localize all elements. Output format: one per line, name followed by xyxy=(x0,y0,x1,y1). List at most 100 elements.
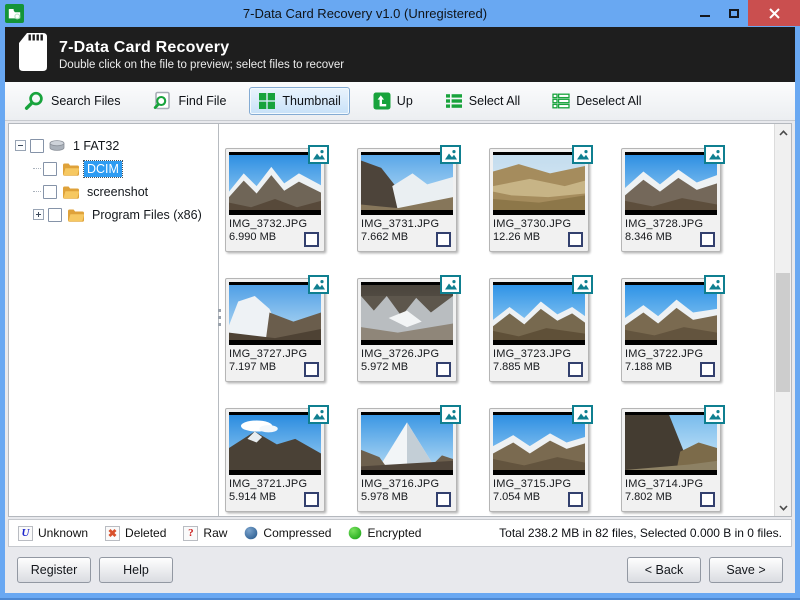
sd-card-icon xyxy=(18,32,48,77)
file-name: IMG_3726.JPG xyxy=(361,348,453,360)
folder-icon xyxy=(67,208,84,222)
file-checkbox[interactable] xyxy=(436,232,451,247)
tree-checkbox[interactable] xyxy=(43,185,57,199)
tree-item-label[interactable]: screenshot xyxy=(84,184,151,200)
file-card[interactable]: IMG_3730.JPG 12.26 MB xyxy=(489,148,589,252)
app-window: 7-Data Card Recovery v1.0 (Unregistered) xyxy=(0,0,800,600)
select-all-button[interactable]: Select All xyxy=(436,87,529,115)
page-title: 7-Data Card Recovery xyxy=(59,39,344,57)
file-card[interactable]: IMG_3714.JPG 7.802 MB xyxy=(621,408,721,512)
status-bar: U Unknown ✖ Deleted ? Raw Compressed Enc… xyxy=(8,519,792,547)
close-icon xyxy=(769,8,780,19)
tree-item-label[interactable]: 1 FAT32 xyxy=(70,138,122,154)
maximize-icon xyxy=(729,9,739,18)
file-name: IMG_3721.JPG xyxy=(229,478,321,490)
save-button[interactable]: Save > xyxy=(709,557,783,583)
file-checkbox[interactable] xyxy=(568,362,583,377)
file-name: IMG_3714.JPG xyxy=(625,478,717,490)
drive-icon xyxy=(49,140,65,152)
help-button[interactable]: Help xyxy=(99,557,173,583)
file-card[interactable]: IMG_3732.JPG 6.990 MB xyxy=(225,148,325,252)
image-type-icon xyxy=(308,275,329,294)
window-title: 7-Data Card Recovery v1.0 (Unregistered) xyxy=(60,6,670,21)
file-checkbox[interactable] xyxy=(304,492,319,507)
file-card[interactable]: IMG_3731.JPG 7.662 MB xyxy=(357,148,457,252)
chevron-down-icon xyxy=(779,505,788,511)
scrollbar-track[interactable] xyxy=(775,141,791,499)
tree-item-dcim[interactable]: DCIM xyxy=(13,157,214,180)
tree-expander[interactable] xyxy=(33,209,44,220)
toolbar: Search Files Find File Thumbnail Up Sele… xyxy=(5,82,795,121)
tree-checkbox[interactable] xyxy=(48,208,62,222)
find-file-button[interactable]: Find File xyxy=(143,86,235,116)
file-name: IMG_3723.JPG xyxy=(493,348,585,360)
folder-tree-panel: 1 FAT32 DCIM screenshot Program Files (x… xyxy=(9,124,219,516)
file-checkbox[interactable] xyxy=(568,232,583,247)
maximize-button[interactable] xyxy=(719,0,748,26)
file-checkbox[interactable] xyxy=(304,232,319,247)
header-banner: 7-Data Card Recovery Double click on the… xyxy=(5,27,795,82)
image-type-icon xyxy=(704,275,725,294)
scrollbar-thumb[interactable] xyxy=(776,273,790,391)
file-checkbox[interactable] xyxy=(568,492,583,507)
file-checkbox[interactable] xyxy=(700,362,715,377)
image-type-icon xyxy=(308,405,329,424)
file-card[interactable]: IMG_3722.JPG 7.188 MB xyxy=(621,278,721,382)
legend-item-unknown: U Unknown xyxy=(18,526,88,541)
panel-splitter[interactable] xyxy=(213,309,225,326)
file-card[interactable]: IMG_3727.JPG 7.197 MB xyxy=(225,278,325,382)
unknown-icon: U xyxy=(18,526,33,541)
file-name: IMG_3731.JPG xyxy=(361,218,453,230)
file-checkbox[interactable] xyxy=(700,492,715,507)
deselect-all-button[interactable]: Deselect All xyxy=(543,87,650,115)
file-name: IMG_3715.JPG xyxy=(493,478,585,490)
file-checkbox[interactable] xyxy=(700,232,715,247)
image-type-icon xyxy=(440,405,461,424)
file-card[interactable]: IMG_3726.JPG 5.972 MB xyxy=(357,278,457,382)
deselect-all-icon xyxy=(552,92,570,110)
chevron-up-icon xyxy=(779,130,788,136)
file-card[interactable]: IMG_3715.JPG 7.054 MB xyxy=(489,408,589,512)
tree-item-screenshot[interactable]: screenshot xyxy=(13,180,214,203)
folder-icon xyxy=(62,162,79,176)
register-button[interactable]: Register xyxy=(17,557,91,583)
image-type-icon xyxy=(572,405,593,424)
vertical-scrollbar[interactable] xyxy=(774,124,791,516)
tree-checkbox[interactable] xyxy=(43,162,57,176)
thumbnail-grid-icon xyxy=(258,92,276,110)
file-name: IMG_3732.JPG xyxy=(229,218,321,230)
search-files-button[interactable]: Search Files xyxy=(15,86,129,116)
tree-expander[interactable] xyxy=(15,140,26,151)
tree-item-label[interactable]: Program Files (x86) xyxy=(89,207,205,223)
up-button[interactable]: Up xyxy=(364,87,422,115)
file-card[interactable]: IMG_3721.JPG 5.914 MB xyxy=(225,408,325,512)
scroll-down-button[interactable] xyxy=(775,499,791,516)
file-name: IMG_3730.JPG xyxy=(493,218,585,230)
tree-item-label[interactable]: DCIM xyxy=(84,161,122,177)
image-type-icon xyxy=(440,275,461,294)
file-checkbox[interactable] xyxy=(436,362,451,377)
legend-item-compressed: Compressed xyxy=(244,526,331,540)
tree-checkbox[interactable] xyxy=(30,139,44,153)
file-checkbox[interactable] xyxy=(304,362,319,377)
up-arrow-icon xyxy=(373,92,391,110)
close-button[interactable] xyxy=(748,0,800,26)
back-button[interactable]: < Back xyxy=(627,557,701,583)
legend-item-deleted: ✖ Deleted xyxy=(105,526,166,541)
compressed-icon xyxy=(244,526,258,540)
file-card[interactable]: IMG_3716.JPG 5.978 MB xyxy=(357,408,457,512)
thumbnail-grid: IMG_3732.JPG 6.990 MB IMG_3731.JPG 7.662… xyxy=(219,124,774,516)
thumbnail-button[interactable]: Thumbnail xyxy=(249,87,349,115)
scroll-up-button[interactable] xyxy=(775,124,791,141)
file-card[interactable]: IMG_3728.JPG 8.346 MB xyxy=(621,148,721,252)
encrypted-icon xyxy=(348,526,362,540)
file-name: IMG_3716.JPG xyxy=(361,478,453,490)
legend-item-encrypted: Encrypted xyxy=(348,526,421,540)
tree-item-program-files-x86[interactable]: Program Files (x86) xyxy=(13,203,214,226)
minimize-button[interactable] xyxy=(690,0,719,26)
image-type-icon xyxy=(572,275,593,294)
tree-item-1-fat32[interactable]: 1 FAT32 xyxy=(13,134,214,157)
file-checkbox[interactable] xyxy=(436,492,451,507)
file-card[interactable]: IMG_3723.JPG 7.885 MB xyxy=(489,278,589,382)
search-icon xyxy=(24,91,45,111)
